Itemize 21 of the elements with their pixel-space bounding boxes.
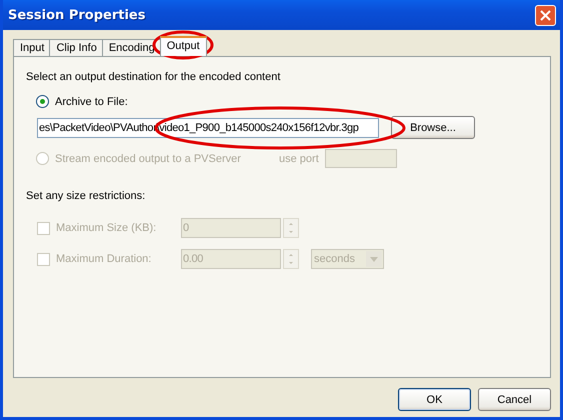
spinner[interactable] xyxy=(283,249,299,269)
window-title: Session Properties xyxy=(8,8,146,22)
radio-label: Archive to File: xyxy=(55,96,128,108)
radio-button[interactable] xyxy=(36,95,49,108)
browse-button[interactable]: Browse... xyxy=(391,116,475,139)
close-button[interactable] xyxy=(535,4,556,26)
tab[interactable]: Input xyxy=(13,39,52,56)
close-icon xyxy=(540,10,551,20)
spinner[interactable] xyxy=(283,218,299,238)
tab[interactable]: Clip Info xyxy=(49,39,104,56)
checkbox-label: Maximum Size (KB): xyxy=(56,222,158,234)
checkbox-label: Maximum Duration: xyxy=(56,253,152,265)
radio-label: Stream encoded output to a PVServer xyxy=(55,152,242,164)
section-heading: Select an output destination for the encoded content xyxy=(26,71,282,83)
tab[interactable]: Output xyxy=(160,36,207,56)
dialog-button[interactable]: Cancel xyxy=(478,388,551,411)
port-label: use port xyxy=(279,152,319,164)
port-field[interactable] xyxy=(324,149,397,168)
section-heading: Set any size restrictions: xyxy=(26,190,146,202)
dialog-button[interactable]: OK xyxy=(398,388,471,411)
tab[interactable]: Encoding xyxy=(102,39,162,56)
